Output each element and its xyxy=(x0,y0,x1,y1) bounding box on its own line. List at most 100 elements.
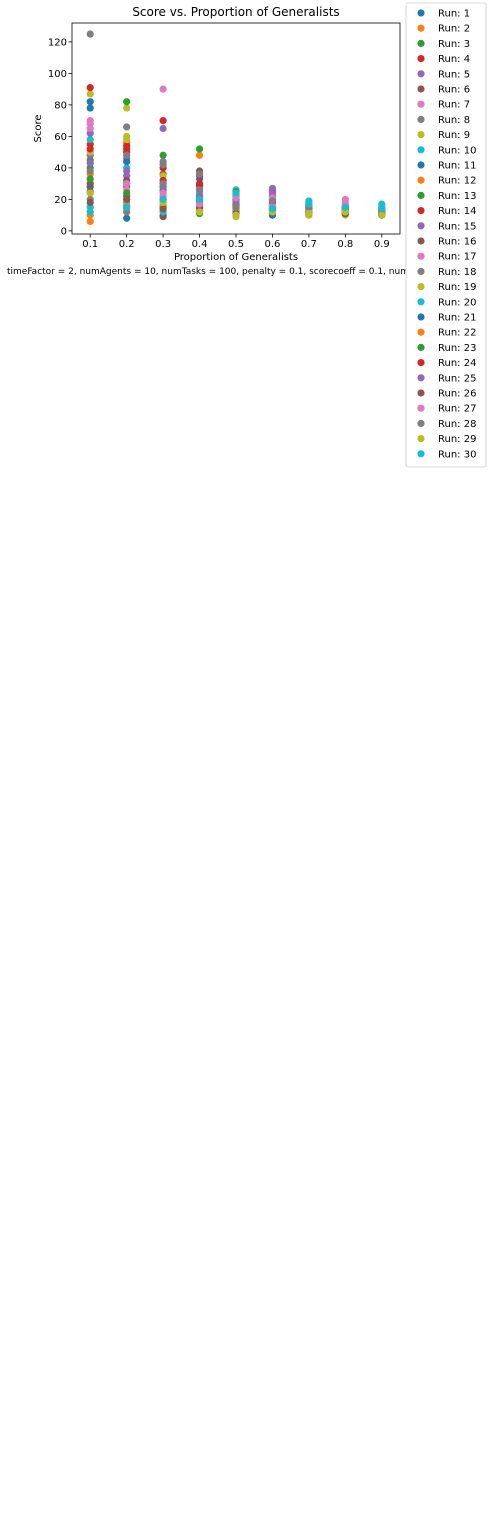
legend-marker xyxy=(417,389,425,397)
scatter-point xyxy=(86,98,94,106)
scatter-point xyxy=(305,200,313,208)
legend-entry: Run: 28 xyxy=(438,419,476,430)
legend-entry: Run: 9 xyxy=(438,130,470,141)
scatter-point xyxy=(159,195,167,203)
scatter-point xyxy=(232,211,240,219)
x-tick-label: 0.1 xyxy=(82,239,98,250)
legend-entry: Run: 30 xyxy=(438,449,476,460)
legend-marker xyxy=(417,161,425,169)
legend-entry: Run: 15 xyxy=(438,221,476,232)
legend-marker xyxy=(417,450,425,458)
legend-marker xyxy=(417,328,425,336)
y-tick-label: 40 xyxy=(54,163,67,174)
x-axis-label: Proportion of Generalists xyxy=(174,252,298,263)
y-tick-label: 20 xyxy=(54,195,67,206)
legend-marker xyxy=(417,24,425,32)
scatter-point xyxy=(159,151,167,159)
legend-entry: Run: 21 xyxy=(438,313,476,324)
scatter-point xyxy=(86,189,94,197)
scatter-point xyxy=(86,159,94,167)
legend-marker xyxy=(417,343,425,351)
legend-entry: Run: 12 xyxy=(438,176,476,187)
scatter-point xyxy=(232,189,240,197)
legend-marker xyxy=(417,283,425,291)
y-tick-label: 80 xyxy=(54,100,67,111)
chart-title: Score vs. Proportion of Generalists xyxy=(132,5,339,19)
legend-entry: Run: 25 xyxy=(438,373,476,384)
legend-marker xyxy=(417,404,425,412)
legend-marker xyxy=(417,191,425,199)
legend-entry: Run: 22 xyxy=(438,328,476,339)
scatter-point xyxy=(195,208,204,216)
x-tick-label: 0.3 xyxy=(155,239,171,250)
legend-marker xyxy=(417,176,425,184)
legend-entry: Run: 24 xyxy=(438,358,476,369)
scatter-point xyxy=(123,195,131,203)
scatter-point xyxy=(123,145,131,153)
legend-marker xyxy=(417,252,425,260)
scatter-point xyxy=(159,161,167,169)
legend-entry: Run: 10 xyxy=(438,145,476,156)
parameters-note: timeFactor = 2, numAgents = 10, numTasks… xyxy=(7,267,462,277)
legend-marker xyxy=(417,298,425,306)
x-tick-label: 0.6 xyxy=(264,239,280,250)
scatter-point xyxy=(86,175,94,183)
scatter-point xyxy=(86,135,94,144)
scatter-point xyxy=(123,123,131,131)
legend-entry: Run: 19 xyxy=(438,282,476,293)
scatter-point xyxy=(268,197,277,205)
legend-entry: Run: 27 xyxy=(438,404,476,415)
scatter-point xyxy=(378,211,386,219)
legend-marker xyxy=(417,70,425,78)
legend-marker xyxy=(417,9,425,17)
legend-marker xyxy=(417,374,425,382)
x-tick-label: 0.4 xyxy=(192,239,208,250)
legend-entry: Run: 5 xyxy=(438,69,470,80)
scatter-point xyxy=(159,124,167,133)
legend-marker xyxy=(417,222,425,230)
legend-marker xyxy=(417,85,425,93)
scatter-point xyxy=(232,203,240,211)
scatter-point xyxy=(86,30,94,38)
legend-marker xyxy=(417,207,425,215)
scatter-point xyxy=(86,198,94,207)
legend-entry: Run: 1 xyxy=(438,9,470,20)
legend-entry: Run: 17 xyxy=(438,252,476,263)
scatter-point xyxy=(123,180,131,188)
scatter-point xyxy=(86,167,94,175)
scatter-point xyxy=(268,205,277,213)
legend-marker xyxy=(417,39,425,48)
x-tick-label: 0.9 xyxy=(374,239,390,250)
legend: Run: 1 Run: 2 Run: 3 Run: 4 Run: 5 Run: 6 Run:… xyxy=(405,2,487,468)
legend-marker xyxy=(417,131,425,139)
scatter-point xyxy=(378,205,386,213)
scatter-point xyxy=(159,85,167,93)
y-tick-label: 0 xyxy=(61,226,67,237)
scatter-point xyxy=(159,189,167,197)
scatter-point xyxy=(123,104,131,112)
legend-marker xyxy=(417,435,425,443)
scatter-point xyxy=(86,90,94,98)
legend-entry: Run: 18 xyxy=(438,267,476,278)
legend-marker xyxy=(417,237,425,245)
scatter-point xyxy=(195,145,204,153)
scatter-point xyxy=(341,203,349,211)
scatter-point xyxy=(195,151,204,159)
legend-marker xyxy=(417,55,425,63)
scatter-point xyxy=(86,120,94,128)
y-tick-label: 60 xyxy=(54,132,67,143)
scatter-point xyxy=(123,157,131,166)
scatter-point xyxy=(159,180,167,188)
scatter-point xyxy=(123,189,131,197)
scatter-point xyxy=(123,151,131,159)
legend-entry: Run: 23 xyxy=(438,343,476,354)
y-tick-label: 120 xyxy=(48,37,67,48)
legend-entry: Run: 29 xyxy=(438,434,476,445)
legend-entry: Run: 26 xyxy=(438,389,476,400)
plot-area: Score vs. Proportion of Generalists 0.1 0.… xyxy=(7,5,462,277)
legend-entry: Run: 16 xyxy=(438,237,476,248)
legend-marker xyxy=(417,419,425,427)
x-tick-label: 0.8 xyxy=(337,239,353,250)
scatter-point xyxy=(159,117,167,125)
scatter-point xyxy=(86,104,94,112)
